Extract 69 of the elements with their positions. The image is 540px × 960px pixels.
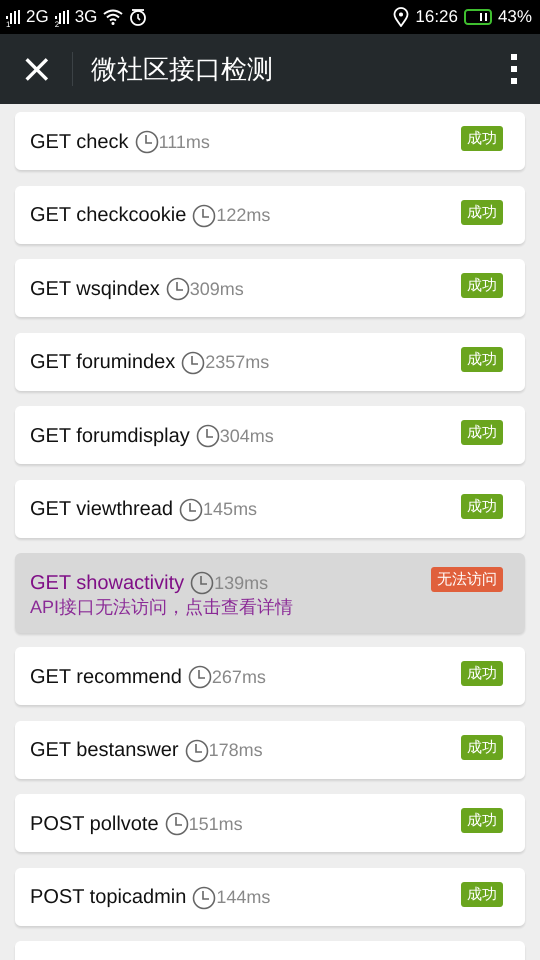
error-message: API接口无法访问，点击查看详情 xyxy=(30,596,294,619)
status-badge: 无法访问 xyxy=(431,567,503,592)
wifi-icon xyxy=(103,9,124,25)
response-time: 111ms xyxy=(158,132,210,152)
api-endpoint: GET forumdisplay xyxy=(30,424,190,448)
status-badge: 成功 xyxy=(461,734,503,760)
response-time: 144ms xyxy=(216,887,270,908)
clock-icon xyxy=(166,277,190,301)
network-type: 3G xyxy=(74,7,98,27)
api-check-card[interactable]: GET showactivity 139ms API接口无法访问，点击查看详情 无法访问 xyxy=(15,553,525,633)
location-pin-icon xyxy=(393,7,410,27)
alarm-clock-icon xyxy=(129,8,148,26)
status-badge: 成功 xyxy=(461,126,503,151)
response-time: 139ms xyxy=(214,572,268,594)
api-endpoint: GET viewthread xyxy=(30,498,174,521)
sim-slot-number: 2 xyxy=(54,20,60,29)
status-badge: 成功 xyxy=(461,200,503,224)
status-badge: 成功 xyxy=(461,273,503,298)
api-endpoint: GET checkcookie xyxy=(30,204,186,227)
api-endpoint: GET showactivity xyxy=(30,572,184,594)
api-check-card[interactable]: GET bestanswer 178ms 成功 xyxy=(15,720,525,778)
clock-icon xyxy=(192,886,216,910)
api-endpoint: GET recommend xyxy=(30,666,182,688)
response-time: 145ms xyxy=(203,499,258,520)
api-check-card[interactable]: POST topicadmin 144ms 成功 xyxy=(15,868,525,926)
clock-icon xyxy=(164,812,189,836)
api-check-card[interactable]: GET check 111ms 成功 xyxy=(15,112,525,170)
clock-icon xyxy=(188,665,212,689)
api-check-card[interactable]: GET forumdisplay 304ms 成功 xyxy=(15,406,525,464)
clock-icon xyxy=(190,571,214,595)
status-badge: 成功 xyxy=(461,882,503,906)
api-check-card[interactable]: GET checkcookie 122ms 成功 xyxy=(15,186,525,244)
status-badge: 成功 xyxy=(461,420,503,445)
api-endpoint: POST topicadmin xyxy=(30,886,186,909)
api-check-card[interactable]: GET forumindex 2357ms 成功 xyxy=(15,332,525,390)
clock-icon xyxy=(196,424,220,448)
api-check-card[interactable]: POST pollvote 151ms 成功 xyxy=(15,794,525,852)
api-endpoint: GET forumindex xyxy=(30,351,176,374)
clock-icon xyxy=(184,738,209,762)
battery-icon xyxy=(464,9,492,25)
clock-icon xyxy=(179,498,204,522)
status-badge: 成功 xyxy=(461,346,503,372)
clock-time: 16:26 xyxy=(415,7,458,27)
response-time: 267ms xyxy=(212,666,266,688)
status-badge: 成功 xyxy=(461,494,503,518)
clock-icon xyxy=(181,350,206,374)
api-endpoint: GET bestanswer xyxy=(30,739,179,762)
status-badge: 成功 xyxy=(461,661,503,686)
response-time: 122ms xyxy=(216,205,270,226)
response-time: 151ms xyxy=(188,814,243,834)
battery-percentage: 43% xyxy=(498,7,532,27)
api-check-card[interactable]: GET viewthread 145ms 成功 xyxy=(15,480,525,538)
api-endpoint: POST pollvote xyxy=(30,812,159,836)
clock-icon xyxy=(192,204,216,228)
api-check-card[interactable]: GET recommend 267ms 成功 xyxy=(15,647,525,705)
network-type: 2G xyxy=(26,7,49,27)
api-check-card[interactable]: GET wsqindex 309ms 成功 xyxy=(15,259,525,317)
response-time: 178ms xyxy=(208,740,263,761)
response-time: 304ms xyxy=(220,426,274,446)
more-options-icon[interactable] xyxy=(510,54,518,84)
clock-icon xyxy=(134,130,159,154)
api-endpoint: GET check xyxy=(30,130,129,154)
response-time: 2357ms xyxy=(205,352,270,373)
status-badge: 成功 xyxy=(461,808,503,833)
response-time: 309ms xyxy=(190,278,244,300)
page-title: 微社区接口检测 xyxy=(91,52,274,86)
api-endpoint: GET wsqindex xyxy=(30,278,160,300)
sim-slot-number: 1 xyxy=(6,20,10,29)
close-button[interactable]: × xyxy=(20,49,52,89)
